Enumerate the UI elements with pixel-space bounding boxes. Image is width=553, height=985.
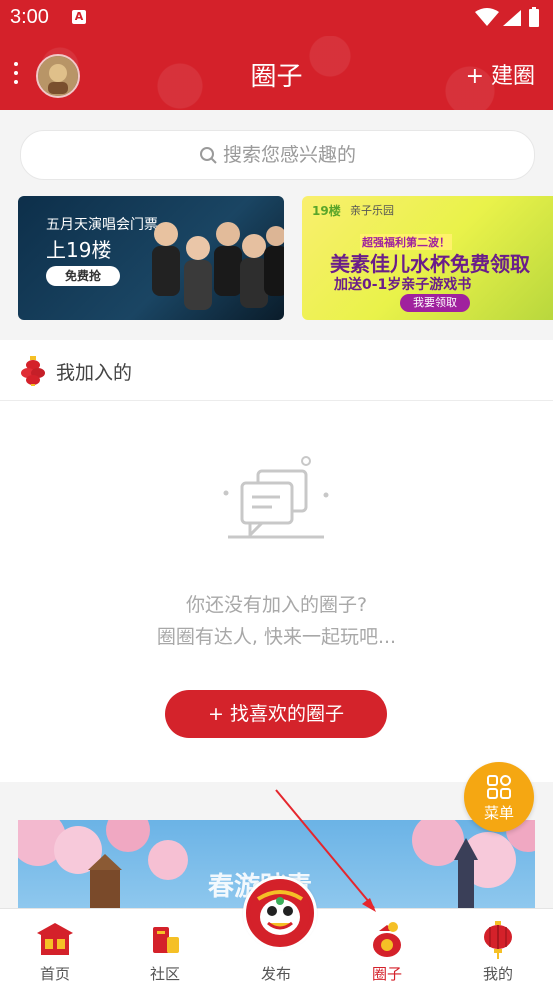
banner-concert[interactable]: 五月天演唱会门票 上19楼 免费抢	[18, 196, 284, 320]
grid-icon	[487, 775, 511, 799]
find-circle-button[interactable]: + 找喜欢的圈子	[165, 690, 387, 738]
search-placeholder: 搜索您感兴趣的	[222, 144, 356, 166]
banner-promo-headline: 美素佳儿水杯免费领取	[330, 252, 530, 276]
tab-publish-label: 发布	[260, 965, 291, 983]
tab-home-label: 首页	[39, 965, 70, 983]
band-photo	[152, 222, 284, 310]
menu-fab-button[interactable]: 菜单	[464, 762, 534, 832]
home-icon	[37, 923, 73, 955]
banner-carousel[interactable]: 五月天演唱会门票 上19楼 免费抢 19楼 亲子乐园 超强福利第二波！ 美素佳儿…	[0, 196, 553, 320]
search-icon	[199, 146, 217, 164]
firecracker-icon	[21, 356, 45, 386]
section-title: 我加入的	[56, 362, 133, 384]
banner-promo-line2: 加送0-1岁亲子游戏书	[334, 277, 472, 293]
menu-fab-label: 菜单	[483, 804, 514, 822]
banner-promo-button[interactable]: 我要领取	[400, 294, 470, 312]
community-icon	[153, 927, 179, 953]
empty-message-line2: 圈圈有达人, 快来一起玩吧...	[156, 626, 397, 648]
empty-message-line1: 你还没有加入的圈子?	[185, 594, 368, 616]
banner-promo[interactable]: 19楼 亲子乐园 超强福利第二波！ 美素佳儿水杯免费领取 加送0-1岁亲子游戏书…	[302, 196, 553, 320]
publish-icon	[250, 883, 310, 943]
circle-icon	[373, 922, 401, 957]
notification-a-icon: A	[72, 10, 86, 24]
banner-promo-logo: 19楼	[312, 204, 341, 218]
banner-promo-brand: 亲子乐园	[350, 204, 394, 217]
banner-concert-button[interactable]: 免费抢	[46, 266, 120, 286]
status-bar: 3:00 A	[0, 0, 553, 36]
tab-home[interactable]: 首页	[0, 909, 110, 985]
tab-profile[interactable]: 我的	[443, 909, 553, 985]
publish-button[interactable]	[243, 876, 317, 950]
tab-community[interactable]: 社区	[110, 909, 220, 985]
tab-profile-label: 我的	[482, 965, 513, 983]
tab-community-label: 社区	[149, 965, 180, 983]
status-icons	[475, 7, 539, 27]
app-header: 圈子 + 建圈	[0, 36, 553, 110]
joined-section: 我加入的 你还没有加入的圈子? 圈圈有达人, 快来一起玩吧... + 找喜欢的圈…	[0, 340, 553, 782]
banner-concert-line2: 上19楼	[46, 238, 112, 262]
build-circle-button[interactable]: + 建圈	[466, 58, 535, 90]
profile-icon	[484, 921, 512, 959]
section-header: 我加入的	[0, 340, 553, 401]
tab-circle[interactable]: 圈子	[332, 909, 442, 985]
tab-circle-label: 圈子	[371, 965, 402, 983]
search-input[interactable]: 搜索您感兴趣的	[20, 130, 535, 180]
empty-chat-icon	[223, 456, 329, 539]
status-time: 3:00	[10, 6, 49, 28]
